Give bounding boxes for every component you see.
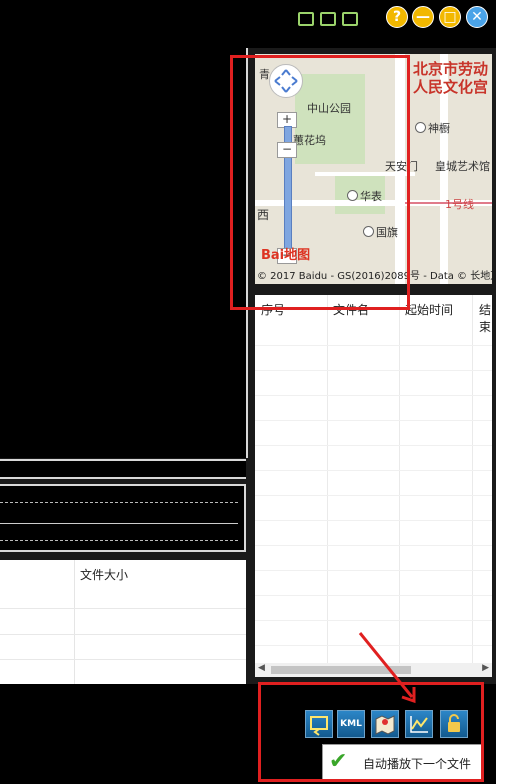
map-poi: 神橱 bbox=[415, 120, 450, 136]
close-button[interactable]: ✕ bbox=[466, 6, 488, 28]
table-row[interactable] bbox=[0, 659, 246, 660]
layout-quad-icon[interactable] bbox=[342, 12, 358, 26]
minimize-button[interactable]: — bbox=[412, 6, 434, 28]
table-row[interactable] bbox=[255, 420, 492, 421]
scroll-left-icon[interactable]: ◀ bbox=[258, 663, 265, 673]
table-row[interactable] bbox=[0, 608, 246, 609]
video-display[interactable] bbox=[0, 48, 248, 458]
file-list-table[interactable]: 序号 文件名 起始时间 结束 ◀ ▶ bbox=[255, 295, 492, 677]
maximize-icon: □ bbox=[443, 9, 457, 25]
table-row[interactable] bbox=[255, 345, 492, 346]
timeline-ticks-top bbox=[0, 502, 238, 504]
annotation-box-map bbox=[230, 55, 410, 310]
title-bar: ? — □ ✕ bbox=[0, 0, 496, 48]
poi-icon bbox=[415, 122, 426, 133]
map-landmark-label: 北京市劳动 人民文化宫 bbox=[412, 60, 488, 96]
column-header-end-time[interactable]: 结束 bbox=[479, 301, 492, 335]
close-icon: ✕ bbox=[471, 9, 483, 25]
help-icon: ? bbox=[392, 9, 402, 25]
playback-progress-bar[interactable] bbox=[0, 459, 246, 479]
table-row[interactable] bbox=[255, 620, 492, 621]
timeline-ticks-bottom bbox=[0, 540, 238, 542]
minimize-icon: — bbox=[416, 9, 430, 25]
map-label: 皇城艺术馆 bbox=[435, 160, 490, 173]
table-row[interactable] bbox=[255, 470, 492, 471]
column-separator bbox=[74, 560, 75, 684]
annotation-arrow-icon bbox=[358, 632, 416, 704]
table-row[interactable] bbox=[255, 595, 492, 596]
table-row[interactable] bbox=[255, 520, 492, 521]
timeline-axis bbox=[0, 523, 238, 524]
layout-double-icon[interactable] bbox=[320, 12, 336, 26]
table-row[interactable] bbox=[0, 634, 246, 635]
timeline[interactable] bbox=[0, 484, 246, 552]
maximize-button[interactable]: □ bbox=[439, 6, 461, 28]
scroll-right-icon[interactable]: ▶ bbox=[482, 663, 489, 673]
column-separator bbox=[327, 295, 328, 667]
help-button[interactable]: ? bbox=[386, 6, 408, 28]
metro-label: 1号线 bbox=[445, 198, 474, 211]
column-separator bbox=[399, 295, 400, 667]
column-separator bbox=[472, 295, 473, 667]
table-row[interactable] bbox=[255, 495, 492, 496]
table-row[interactable] bbox=[255, 395, 492, 396]
table-row[interactable] bbox=[255, 445, 492, 446]
window-edge bbox=[496, 0, 507, 784]
table-row[interactable] bbox=[255, 570, 492, 571]
table-row[interactable] bbox=[255, 545, 492, 546]
table-row[interactable] bbox=[255, 370, 492, 371]
column-header-start-time[interactable]: 起始时间 bbox=[405, 301, 453, 318]
column-header-file-size: 文件大小 bbox=[80, 568, 129, 582]
layout-single-icon[interactable] bbox=[298, 12, 314, 26]
file-info-table: 文件大小 bbox=[0, 560, 246, 684]
